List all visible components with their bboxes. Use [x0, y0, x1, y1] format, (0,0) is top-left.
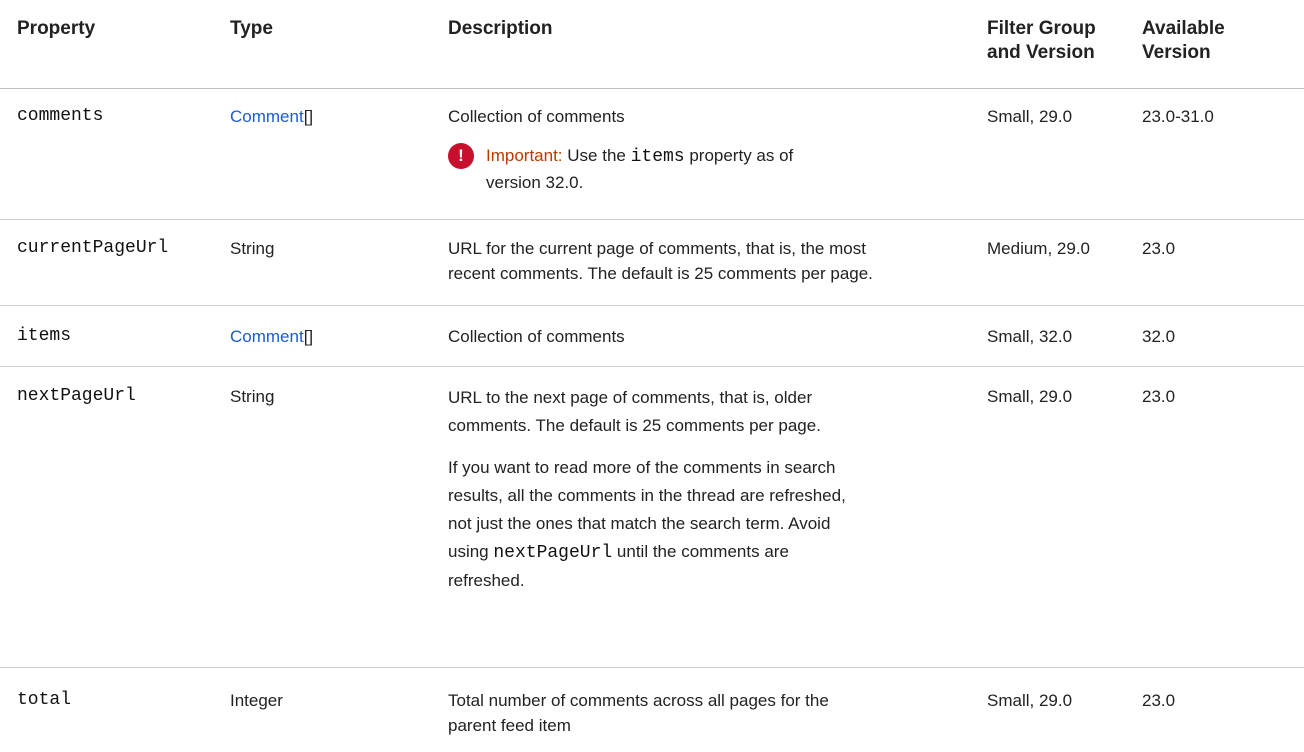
- para2-line1: If you want to read more of the comments…: [448, 458, 836, 477]
- header-available-version: Available Version: [1142, 17, 1292, 65]
- description-line2: parent feed item: [448, 716, 571, 735]
- available-version-cell: 23.0: [1142, 239, 1176, 258]
- description-cell: URL for the current page of comments, th…: [448, 236, 958, 286]
- property-name: nextPageUrl: [17, 386, 136, 406]
- property-name: currentPageUrl: [17, 238, 169, 258]
- description-line1: URL to the next page of comments, that i…: [448, 388, 813, 407]
- available-version-cell: 23.0: [1142, 387, 1176, 406]
- header-filter-line1: Filter Group: [987, 18, 1096, 39]
- para2-line5: refreshed.: [448, 571, 525, 590]
- description-line2: recent comments. The default is 25 comme…: [448, 264, 873, 283]
- description-para2: If you want to read more of the comments…: [448, 454, 958, 595]
- type-cell: Comment[]: [230, 324, 430, 349]
- important-icon: !: [448, 143, 474, 169]
- header-available-line1: Available: [1142, 18, 1225, 39]
- table-row: currentPageUrl String URL for the curren…: [0, 220, 1304, 306]
- header-description: Description: [448, 18, 553, 39]
- header-type: Type: [230, 18, 273, 39]
- note-text: Use the: [562, 146, 631, 165]
- description-text: Collection of comments: [448, 107, 625, 126]
- header-available-line2: Version: [1142, 42, 1211, 63]
- para2-line3: not just the ones that match the search …: [448, 514, 831, 533]
- table-row: nextPageUrl String URL to the next page …: [0, 367, 1304, 668]
- description-line1: URL for the current page of comments, th…: [448, 239, 866, 258]
- para2-text-after: until the comments are: [612, 542, 789, 561]
- description-cell: URL to the next page of comments, that i…: [448, 384, 958, 595]
- type-suffix: []: [303, 327, 314, 346]
- description-cell: Collection of comments ! Important: Use …: [448, 104, 958, 195]
- important-note: ! Important: Use the items property as o…: [448, 143, 958, 195]
- type-cell: Comment[]: [230, 104, 430, 129]
- inline-code: nextPageUrl: [493, 543, 613, 563]
- para2-line4: using nextPageUrl until the comments are: [448, 538, 958, 567]
- filter-group-cell: Medium, 29.0: [987, 239, 1090, 258]
- table-row: comments Comment[] Collection of comment…: [0, 89, 1304, 220]
- available-version-cell: 23.0: [1142, 691, 1176, 710]
- note-text-line2: version 32.0.: [486, 173, 584, 192]
- para2-line2: results, all the comments in the thread …: [448, 486, 846, 505]
- header-filter-group: Filter Group and Version: [987, 17, 1137, 65]
- note-code: items: [630, 147, 685, 167]
- type-cell: Integer: [230, 691, 283, 710]
- para2-text: using: [448, 542, 494, 561]
- property-name: comments: [17, 106, 104, 126]
- property-name: items: [17, 326, 72, 346]
- filter-group-cell: Small, 32.0: [987, 327, 1073, 346]
- comment-type-link[interactable]: Comment: [230, 107, 304, 126]
- description-cell: Total number of comments across all page…: [448, 688, 958, 738]
- property-name: total: [17, 690, 72, 710]
- type-cell: String: [230, 239, 275, 258]
- type-cell: String: [230, 387, 275, 406]
- table-row: items Comment[] Collection of comments S…: [0, 306, 1304, 367]
- table-row: total Integer Total number of comments a…: [0, 668, 1304, 752]
- available-version-cell: 32.0: [1142, 327, 1176, 346]
- description-cell: Collection of comments: [448, 327, 625, 346]
- description-line2: comments. The default is 25 comments per…: [448, 416, 821, 435]
- table-header: Property Type Description Filter Group a…: [0, 0, 1304, 89]
- note-text-after: property as of: [684, 146, 794, 165]
- description-line1: Total number of comments across all page…: [448, 691, 829, 710]
- filter-group-cell: Small, 29.0: [987, 691, 1073, 710]
- header-filter-line2: and Version: [987, 42, 1095, 63]
- filter-group-cell: Small, 29.0: [987, 387, 1073, 406]
- important-label: Important:: [486, 146, 563, 165]
- header-property: Property: [17, 18, 96, 39]
- filter-group-cell: Small, 29.0: [987, 107, 1073, 126]
- comment-type-link[interactable]: Comment: [230, 327, 304, 346]
- available-version-cell: 23.0-31.0: [1142, 107, 1214, 126]
- type-suffix: []: [303, 107, 314, 126]
